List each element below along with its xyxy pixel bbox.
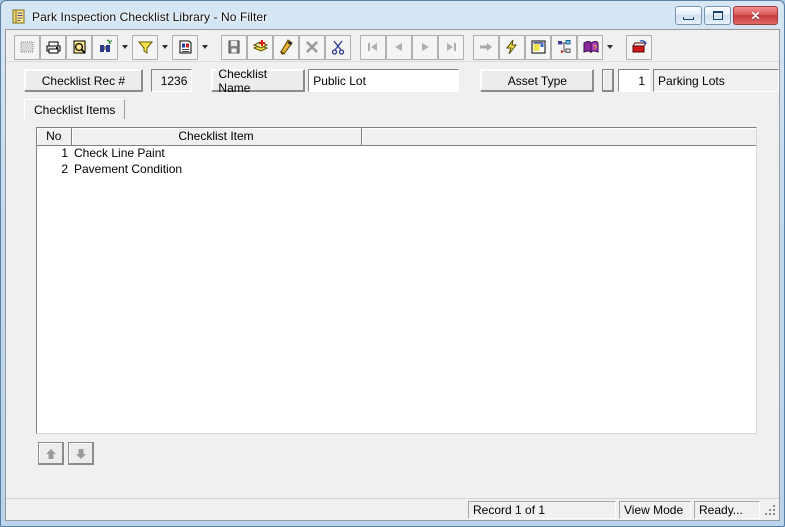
minimize-button[interactable] bbox=[675, 6, 702, 25]
asset-type-code[interactable]: 1 bbox=[617, 69, 651, 92]
delete-x-icon[interactable] bbox=[299, 34, 325, 60]
add-record-icon[interactable] bbox=[247, 34, 273, 60]
maximize-icon bbox=[712, 11, 723, 20]
asset-type-spinner[interactable] bbox=[602, 69, 614, 92]
close-button[interactable]: ✕ bbox=[733, 6, 778, 25]
table-header: No Checklist Item bbox=[37, 128, 756, 146]
print-icon[interactable] bbox=[40, 34, 66, 60]
up-arrow-icon bbox=[46, 448, 56, 459]
goto-arrow-icon[interactable] bbox=[473, 34, 499, 60]
cell-no: 1 bbox=[61, 146, 68, 161]
column-header-checklist-item[interactable]: Checklist Item bbox=[71, 128, 362, 146]
application-window: Park Inspection Checklist Library - No F… bbox=[0, 0, 785, 527]
cell-no: 2 bbox=[61, 162, 68, 176]
cell-blank bbox=[361, 161, 756, 177]
report-document-icon[interactable] bbox=[172, 34, 198, 60]
help-book-icon[interactable]: ? bbox=[577, 34, 603, 60]
first-record-icon[interactable] bbox=[360, 34, 386, 60]
lightning-bolt-icon[interactable] bbox=[499, 34, 525, 60]
table-row[interactable]: 2 Pavement Condition bbox=[37, 161, 756, 177]
filter-dropdown-button[interactable] bbox=[158, 35, 172, 60]
minimize-icon bbox=[683, 16, 694, 20]
cell-item: Check Line Paint bbox=[74, 146, 165, 161]
client-area: ? Checklist Rec # 1236 Checklist Name Pu… bbox=[5, 29, 780, 521]
title-bar[interactable]: Park Inspection Checklist Library - No F… bbox=[5, 5, 780, 29]
form-window-icon[interactable] bbox=[525, 34, 551, 60]
previous-record-icon[interactable] bbox=[386, 34, 412, 60]
main-toolbar: ? bbox=[6, 30, 779, 62]
asset-type-button[interactable]: Asset Type bbox=[480, 69, 595, 92]
window-title: Park Inspection Checklist Library - No F… bbox=[32, 10, 268, 24]
status-mode: View Mode bbox=[619, 500, 691, 519]
tab-checklist-items[interactable]: Checklist Items bbox=[24, 99, 126, 120]
chevron-down-icon bbox=[607, 45, 613, 49]
grid-view-icon[interactable] bbox=[14, 34, 40, 60]
checklist-app-icon bbox=[9, 8, 27, 26]
checklist-table: No Checklist Item 1 Check Line Paint 2 P… bbox=[37, 128, 756, 177]
find-dropdown-button[interactable] bbox=[118, 35, 132, 60]
move-down-button[interactable] bbox=[68, 442, 94, 465]
column-header-no[interactable]: No bbox=[37, 128, 72, 146]
tab-strip: Checklist Items bbox=[24, 98, 779, 120]
column-header-blank[interactable] bbox=[361, 128, 756, 146]
filter-funnel-icon[interactable] bbox=[132, 34, 158, 60]
checklist-rec-value[interactable]: 1236 bbox=[150, 69, 193, 92]
find-binoculars-icon[interactable] bbox=[92, 34, 118, 60]
tab-underline bbox=[24, 119, 759, 120]
move-up-button[interactable] bbox=[38, 442, 64, 465]
chevron-down-icon bbox=[202, 45, 208, 49]
svg-text:?: ? bbox=[593, 45, 597, 52]
table-body: 1 Check Line Paint 2 Pavement Condition bbox=[37, 145, 756, 177]
status-state: Ready... bbox=[694, 500, 760, 519]
next-record-icon[interactable] bbox=[412, 34, 438, 60]
table-row[interactable]: 1 Check Line Paint bbox=[37, 145, 756, 161]
checklist-name-button[interactable]: Checklist Name bbox=[211, 67, 306, 95]
header-row: No Checklist Item bbox=[37, 128, 756, 146]
status-bar: Record 1 of 1 View Mode Ready... bbox=[6, 498, 779, 520]
asset-type-value: Parking Lots bbox=[653, 69, 779, 92]
close-icon: ✕ bbox=[750, 8, 761, 23]
help-dropdown-button[interactable] bbox=[603, 35, 617, 60]
print-preview-icon[interactable] bbox=[66, 34, 92, 60]
exit-icon[interactable] bbox=[626, 34, 652, 60]
resize-grip[interactable] bbox=[763, 503, 777, 517]
chevron-down-icon bbox=[162, 45, 168, 49]
window-controls: ✕ bbox=[675, 6, 778, 25]
checklist-rec-button[interactable]: Checklist Rec # bbox=[24, 69, 143, 92]
report-dropdown-button[interactable] bbox=[198, 35, 212, 60]
save-disk-icon[interactable] bbox=[221, 34, 247, 60]
chevron-down-icon bbox=[122, 45, 128, 49]
cut-scissors-icon[interactable] bbox=[325, 34, 351, 60]
row-move-buttons bbox=[38, 442, 779, 465]
tree-hierarchy-icon[interactable] bbox=[551, 34, 577, 60]
cell-item: Pavement Condition bbox=[74, 162, 183, 176]
edit-pencil-icon[interactable] bbox=[273, 34, 299, 60]
record-field-row: Checklist Rec # 1236 Checklist Name Publ… bbox=[6, 62, 779, 95]
status-record-count: Record 1 of 1 bbox=[468, 500, 616, 519]
down-arrow-icon bbox=[76, 448, 86, 459]
cell-blank bbox=[361, 145, 756, 161]
checklist-items-grid[interactable]: No Checklist Item 1 Check Line Paint 2 P… bbox=[36, 127, 757, 434]
checklist-name-input[interactable]: Public Lot bbox=[308, 69, 460, 92]
last-record-icon[interactable] bbox=[438, 34, 464, 60]
maximize-button[interactable] bbox=[704, 6, 731, 25]
